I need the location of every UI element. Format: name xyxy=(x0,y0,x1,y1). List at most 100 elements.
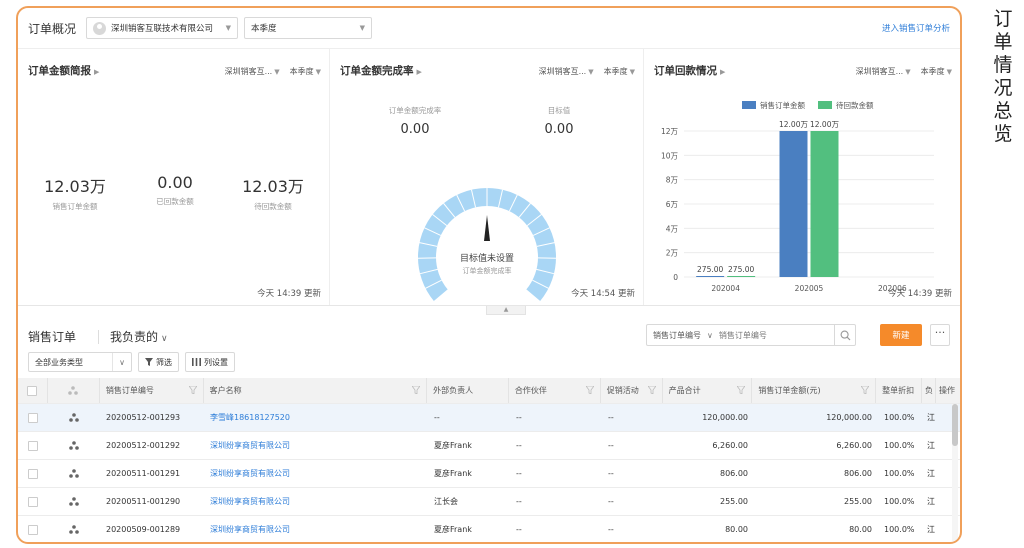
row-checkbox[interactable] xyxy=(28,524,38,535)
cell-owner: 江长会 xyxy=(434,497,458,506)
table-cell: -- xyxy=(602,432,664,459)
side-caption: 订 单 情 况 总 览 xyxy=(990,8,1016,146)
col-header-actions: 操作 xyxy=(939,386,956,395)
sales-order-table: 销售订单编号 客户名称 外部负责人 合作伙伴 促销活动 产品合计 销售订单金额(… xyxy=(18,378,960,542)
sales-order-analysis-link[interactable]: 进入销售订单分析 xyxy=(882,22,950,34)
icon-col-header xyxy=(48,378,100,403)
table-row[interactable]: 20200509-001289 深圳纷享商贸有限公司 夏彦Frank -- -- 80.0… xyxy=(18,516,960,542)
table-cell: 20200511-001290 xyxy=(100,488,204,515)
caret-right-icon: ▶ xyxy=(94,68,100,76)
kpi-received-amount: 0.00 已回款金额 xyxy=(130,173,220,207)
table-cell: -- xyxy=(510,404,602,431)
row-checkbox[interactable] xyxy=(28,496,38,507)
chart-ytick-label: 12万 xyxy=(661,127,679,136)
col-header-extra[interactable]: 负 xyxy=(922,378,937,403)
cell-discount: 100.0% xyxy=(884,525,915,534)
table-row[interactable]: 20200512-001293 李雪峰18618127520 -- -- -- 120,0… xyxy=(18,404,960,432)
table-row[interactable]: 20200512-001292 深圳纷享商贸有限公司 夏彦Frank -- -- 6,26… xyxy=(18,432,960,460)
search-input[interactable] xyxy=(718,330,809,340)
col-header-amount[interactable]: 销售订单金额(元) xyxy=(752,378,877,403)
table-cell: -- xyxy=(510,460,602,487)
table-cell: 80.00 xyxy=(754,516,878,542)
table-cell: -- xyxy=(602,404,664,431)
select-all-checkbox[interactable] xyxy=(27,385,38,396)
caption-char: 览 xyxy=(993,123,1013,145)
table-header-row: 销售订单编号 客户名称 外部负责人 合作伙伴 促销活动 产品合计 销售订单金额(… xyxy=(18,378,960,404)
search-field-select[interactable]: 销售订单编号 ∨ xyxy=(647,330,719,341)
cell-subtotal: 6,260.00 xyxy=(712,441,748,450)
business-type-select[interactable]: 全部业务类型 ∨ xyxy=(28,352,132,372)
completion-gauge: 目标值未设置 订单金额完成率 xyxy=(418,188,556,302)
col-header-partner[interactable]: 合作伙伴 xyxy=(509,378,601,403)
cell-promo: -- xyxy=(608,413,614,422)
chart-ytick-label: 6万 xyxy=(666,200,679,209)
table-cell: 20200511-001291 xyxy=(100,460,204,487)
cell-amount: 120,000.00 xyxy=(826,413,872,422)
col-header-customer[interactable]: 客户名称 xyxy=(204,378,428,403)
table-cell: 江 xyxy=(924,404,938,431)
cell-id: 20200511-001290 xyxy=(106,497,181,506)
row-select-cell xyxy=(18,432,48,459)
cell-customer[interactable]: 李雪峰18618127520 xyxy=(210,412,290,423)
new-order-button[interactable]: 新建 xyxy=(880,324,922,346)
caption-char: 订 xyxy=(993,8,1013,30)
gauge-arc xyxy=(418,188,556,302)
cell-amount: 806.00 xyxy=(844,469,872,478)
payback-period-filter[interactable]: 本季度 ▼ xyxy=(921,66,952,77)
payback-company-filter[interactable]: 深圳销客互... ▼ xyxy=(856,66,911,77)
table-cell: 6,260.00 xyxy=(754,432,878,459)
cell-promo: -- xyxy=(608,497,614,506)
cell-customer[interactable]: 深圳纷享商贸有限公司 xyxy=(210,468,290,479)
cell-customer[interactable]: 深圳纷享商贸有限公司 xyxy=(210,496,290,507)
scrollbar-thumb[interactable] xyxy=(952,404,958,446)
payback-title[interactable]: 订单回款情况 ▶ xyxy=(654,63,725,78)
table-cell: 100.0% xyxy=(878,460,924,487)
row-icon-cell xyxy=(48,432,100,459)
cell-owner: 夏彦Frank xyxy=(434,525,472,534)
row-checkbox[interactable] xyxy=(28,440,38,451)
cell-extra: 江 xyxy=(927,525,935,534)
table-scrollbar[interactable] xyxy=(952,404,958,542)
search-button[interactable] xyxy=(834,324,856,346)
row-checkbox[interactable] xyxy=(28,412,38,423)
org-icon xyxy=(69,469,79,478)
cell-customer[interactable]: 深圳纷享商贸有限公司 xyxy=(210,440,290,451)
table-cell: 100.0% xyxy=(878,432,924,459)
collapse-panels-toggle[interactable]: ▲ xyxy=(486,306,526,315)
chart-xtick-label: 202005 xyxy=(795,284,824,293)
list-title: 销售订单 xyxy=(28,330,77,344)
scope-select[interactable]: 我负责的 ∨ xyxy=(110,328,168,345)
summary-updated-time: 今天 14:39 更新 xyxy=(257,289,321,299)
period-select[interactable]: 本季度 ▼ xyxy=(244,17,373,39)
summary-period-filter[interactable]: 本季度 ▼ xyxy=(290,66,321,77)
filter-button[interactable]: 筛选 xyxy=(138,352,179,372)
col-header-subtotal[interactable]: 产品合计 xyxy=(663,378,753,403)
more-button[interactable]: ··· xyxy=(930,324,950,346)
column-settings-button[interactable]: 列设置 xyxy=(185,352,235,372)
table-row[interactable]: 20200511-001291 深圳纷享商贸有限公司 夏彦Frank -- -- 806.… xyxy=(18,460,960,488)
chevron-down-icon: ▼ xyxy=(274,68,280,76)
chevron-down-icon: ▼ xyxy=(315,68,321,76)
gauge-center-text: 目标值未设置 xyxy=(460,252,514,264)
col-header-promo[interactable]: 促销活动 xyxy=(601,378,663,403)
business-type-value: 全部业务类型 xyxy=(35,357,83,367)
col-header-owner[interactable]: 外部负责人 xyxy=(427,378,509,403)
cell-owner: -- xyxy=(434,413,440,422)
amount-summary-title[interactable]: 订单金额简报 ▶ xyxy=(28,63,99,78)
row-checkbox[interactable] xyxy=(28,468,38,479)
gauge-sub-text: 订单金额完成率 xyxy=(463,266,512,275)
cell-discount: 100.0% xyxy=(884,469,915,478)
col-header-discount[interactable]: 整单折扣 xyxy=(876,378,923,403)
col-header-order-no[interactable]: 销售订单编号 xyxy=(100,378,204,403)
cell-customer[interactable]: 深圳纷享商贸有限公司 xyxy=(210,524,290,535)
caption-char: 情 xyxy=(993,54,1013,76)
chart-bar xyxy=(696,276,725,277)
filter-icon xyxy=(188,386,197,394)
caret-right-icon: ▶ xyxy=(720,68,726,76)
table-cell: 江 xyxy=(924,460,938,487)
search-icon xyxy=(840,330,851,340)
summary-company-filter[interactable]: 深圳销客互... ▼ xyxy=(225,66,280,77)
table-row[interactable]: 20200511-001290 深圳纷享商贸有限公司 江长会 -- -- 255.00 25… xyxy=(18,488,960,516)
company-select[interactable]: 深圳销客互联技术有限公司 ▼ xyxy=(86,17,239,39)
table-cell: 20200512-001292 xyxy=(100,432,204,459)
